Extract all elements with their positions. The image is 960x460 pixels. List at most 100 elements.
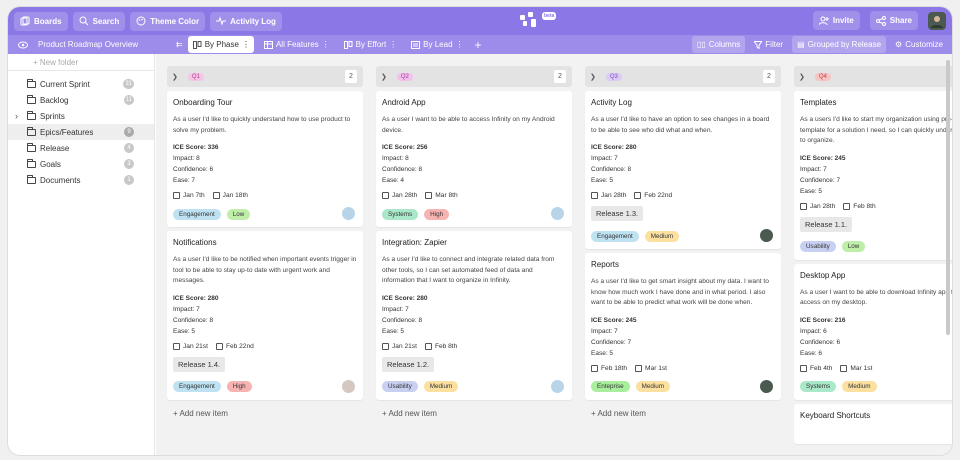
ease: Ease: 5 [382, 327, 405, 335]
card-keyboard-shortcuts[interactable]: Keyboard Shortcuts [794, 403, 952, 444]
activity-log-button[interactable]: Activity Log [210, 11, 282, 31]
tag-usability[interactable]: Usability [800, 241, 836, 252]
ease: Ease: 5 [173, 327, 196, 335]
eye-icon[interactable] [18, 41, 28, 49]
tab-by-lead[interactable]: By Lead ⋮ [406, 36, 467, 53]
card-activity-log[interactable]: Activity Log As a user I'd like to have … [585, 91, 781, 249]
column-header[interactable]: ❯ Q1 2 [167, 66, 363, 87]
release-label: Release 1.2. [382, 356, 435, 372]
tag-engagement[interactable]: Engagement [591, 230, 639, 242]
chevron-down-icon[interactable]: ❯ [381, 73, 387, 81]
release-label: Release 1.3. [591, 206, 644, 221]
add-view-icon[interactable]: + [475, 38, 482, 52]
sidebar-item-release[interactable]: Release 4 [8, 140, 154, 156]
tag-engagement[interactable]: Engagement [173, 381, 221, 392]
calendar-icon [215, 342, 223, 350]
collapse-sidebar-icon[interactable]: ⇇ [176, 40, 183, 49]
tag-usability[interactable]: Usability [382, 381, 418, 392]
tag-priority[interactable]: Medium [635, 381, 671, 392]
vertical-scrollbar[interactable] [946, 60, 950, 335]
column-header[interactable]: ❯ Q2 2 [376, 66, 572, 87]
new-folder-button[interactable]: + New folder [8, 54, 154, 71]
chevron-down-icon[interactable]: ❯ [590, 73, 596, 81]
assignee-avatar[interactable] [342, 207, 355, 220]
card-notifications[interactable]: Notifications As a user I'd like to be n… [167, 231, 363, 400]
card-integration-zapier[interactable]: Integration: Zapier As a user I'd like t… [376, 231, 572, 400]
impact: Impact: 7 [591, 327, 618, 335]
assignee-avatar[interactable] [760, 229, 773, 242]
add-new-item-button[interactable]: + Add new item [376, 409, 572, 418]
tag-priority[interactable]: High [226, 381, 252, 392]
card-templates[interactable]: Templates As a users I'd like to start m… [794, 91, 952, 260]
column-count: 2 [345, 70, 357, 83]
start-date: Jan 28th [810, 202, 836, 210]
sidebar-item-goals[interactable]: Goals 3 [8, 156, 154, 172]
tag-priority[interactable]: Medium [644, 230, 680, 242]
add-new-item-button[interactable]: + Add new item [585, 409, 781, 418]
start-date: Jan 21st [392, 342, 417, 350]
card-android-app[interactable]: Android App As a user I want to be able … [376, 91, 572, 227]
chevron-right-icon[interactable]: › [15, 111, 27, 121]
release-label: Release 1.4. [173, 356, 226, 372]
card-reports[interactable]: Reports As a user I'd like to get smart … [585, 253, 781, 400]
group-by-button[interactable]: ▤ Grouped by Release [792, 36, 887, 53]
columns-view-icon [343, 40, 353, 49]
add-new-item-button[interactable]: + Add new item [167, 409, 363, 418]
theme-color-button[interactable]: Theme Color [130, 11, 206, 31]
calendar-icon [800, 364, 807, 372]
card-onboarding-tour[interactable]: Onboarding Tour As a user I'd like to qu… [167, 91, 363, 227]
sidebar-item-sprints[interactable]: › Sprints [8, 108, 154, 124]
palette-icon [136, 16, 146, 26]
app-window: Boards Search Theme Color Activity Log b… [8, 7, 952, 455]
tab-menu-icon[interactable]: ⋮ [389, 40, 397, 48]
customize-button[interactable]: ⚙ Customize [890, 36, 948, 53]
assignee-avatar[interactable] [760, 379, 773, 393]
tag-priority[interactable]: Medium [423, 381, 459, 392]
tag-engagement[interactable]: Engagement [173, 208, 221, 220]
end-date: Mar 8th [435, 192, 458, 199]
tab-by-phase[interactable]: By Phase ⋮ [187, 36, 254, 53]
assignee-avatar[interactable] [342, 379, 355, 393]
calendar-icon [212, 192, 220, 199]
card-desktop-app[interactable]: Desktop App As a user I want to be able … [794, 263, 952, 400]
tag-priority[interactable]: Low [841, 241, 866, 252]
ice-score: ICE Score: 280 [173, 294, 219, 302]
tag-priority[interactable]: High [424, 208, 450, 220]
tab-menu-icon[interactable]: ⋮ [456, 40, 464, 48]
column-header[interactable]: ❯ Q3 2 [585, 66, 781, 87]
sidebar-item-epics-features[interactable]: Epics/Features 9 [8, 124, 154, 140]
impact: Impact: 7 [173, 305, 200, 313]
sidebar-item-backlog[interactable]: Backlog 11 [8, 92, 154, 108]
user-avatar[interactable] [928, 11, 946, 30]
folder-icon [27, 142, 36, 152]
columns-button[interactable]: ▯▯ Columns [691, 36, 746, 53]
search-button[interactable]: Search [72, 11, 126, 31]
assignee-avatar[interactable] [551, 379, 564, 393]
boards-button[interactable]: Boards [14, 11, 68, 31]
tab-menu-icon[interactable]: ⋮ [322, 40, 330, 48]
tag-priority[interactable]: Medium [842, 381, 877, 392]
folder-icon [27, 94, 36, 104]
columns-label: Columns [708, 40, 741, 49]
tab-by-effort[interactable]: By Effort ⋮ [339, 36, 402, 53]
sidebar-item-label: Epics/Features [40, 127, 94, 137]
calendar-icon [591, 192, 598, 199]
sidebar-item-documents[interactable]: Documents 1 [8, 172, 154, 188]
filter-button[interactable]: Filter [749, 36, 788, 53]
tag-priority[interactable]: Low [226, 208, 251, 220]
tag-systems[interactable]: Systems [800, 381, 837, 392]
chevron-down-icon[interactable]: ❯ [799, 73, 805, 81]
infinity-logo[interactable]: beta [520, 12, 557, 30]
end-date: Mar 1st [645, 364, 668, 372]
assignee-avatar[interactable] [551, 207, 564, 220]
tag-systems[interactable]: Systems [382, 208, 419, 220]
share-button[interactable]: Share [869, 11, 918, 30]
column-header[interactable]: ❯ Q4 [794, 66, 952, 87]
tag-enterprise[interactable]: Enteprise [591, 381, 630, 392]
tab-all-features[interactable]: All Features ⋮ [259, 36, 334, 53]
invite-button[interactable]: Invite [812, 11, 860, 30]
chevron-down-icon[interactable]: ❯ [172, 73, 178, 81]
tab-menu-icon[interactable]: ⋮ [242, 40, 250, 48]
ice-score: ICE Score: 256 [382, 144, 428, 151]
sidebar-item-current-sprint[interactable]: Current Sprint 31 [8, 76, 154, 92]
